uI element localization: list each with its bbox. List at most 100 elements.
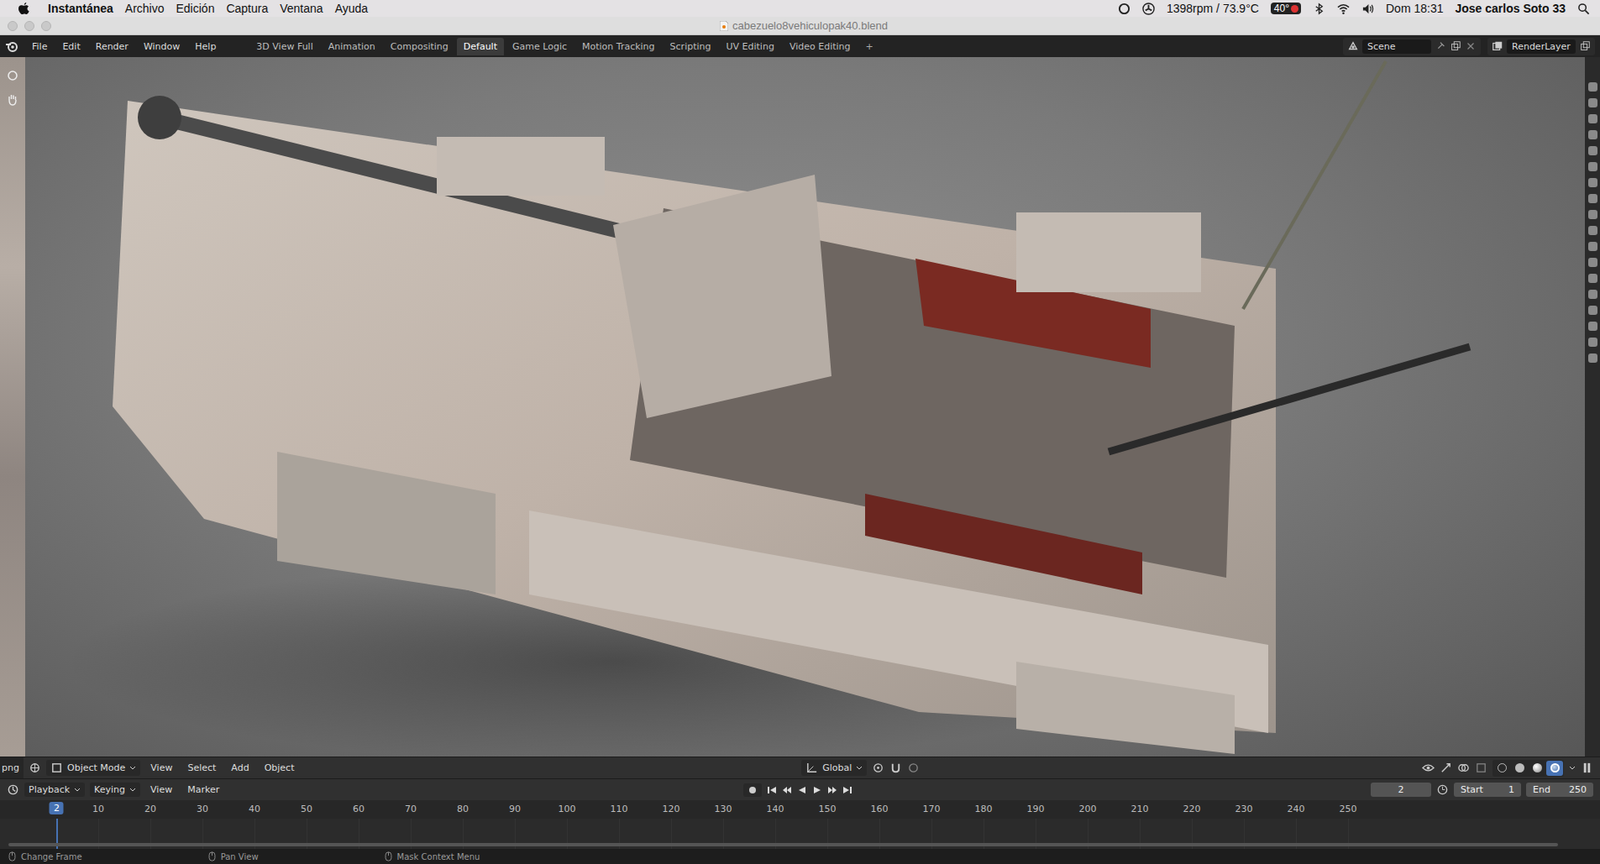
fan-reading[interactable]: 1398rpm / 73.9°C <box>1166 1 1260 16</box>
viewport-menu[interactable]: Object <box>259 760 300 776</box>
properties-tab-icon[interactable] <box>1588 194 1598 204</box>
3d-viewport[interactable] <box>25 57 1585 757</box>
end-frame-field[interactable]: End250 <box>1526 782 1594 798</box>
timeline-body[interactable] <box>0 818 1600 850</box>
blender-logo-icon[interactable] <box>5 39 19 53</box>
workspace-tab[interactable]: Motion Tracking <box>575 37 662 56</box>
apple-icon[interactable] <box>18 2 30 16</box>
duplicate-icon[interactable] <box>1449 40 1462 53</box>
shading-mode-button[interactable] <box>1528 760 1546 777</box>
timeline-ruler[interactable]: 1020304050607080901001101201301401501601… <box>0 800 1600 819</box>
workspace-tab[interactable]: Scripting <box>663 37 719 56</box>
preview-range-icon[interactable] <box>1436 783 1449 797</box>
view-layer-selector[interactable]: RenderLayer <box>1487 37 1595 56</box>
properties-tab-icon[interactable] <box>1588 209 1598 220</box>
menu-item[interactable]: Ventana <box>279 1 323 16</box>
properties-tab-icon[interactable] <box>1588 146 1598 156</box>
timeline-editor-icon[interactable] <box>6 783 20 797</box>
menu-item[interactable]: Captura <box>225 1 268 16</box>
menu-item[interactable]: Archivo <box>125 1 165 16</box>
temperature-badge[interactable]: 40° <box>1270 2 1301 15</box>
zoom-button[interactable] <box>41 20 52 32</box>
orientation-dropdown[interactable]: Global <box>801 760 867 777</box>
scene-selector[interactable]: Scene <box>1342 37 1481 56</box>
shading-mode-button[interactable] <box>1510 760 1528 777</box>
playhead[interactable]: 2 <box>49 802 64 815</box>
shading-mode-button[interactable] <box>1546 760 1564 777</box>
properties-tab-icon[interactable] <box>1588 305 1598 315</box>
image-editor-header[interactable]: png <box>0 757 24 779</box>
properties-tab-icon[interactable] <box>1588 162 1598 172</box>
fan-icon[interactable] <box>1142 2 1155 16</box>
play-reverse-icon[interactable] <box>797 785 808 796</box>
workspace-tab[interactable]: 3D View Full <box>249 37 320 56</box>
properties-tab-icon[interactable] <box>1588 178 1598 188</box>
close-button[interactable] <box>7 20 18 32</box>
topbar-menu[interactable]: Window <box>136 38 187 55</box>
bluetooth-icon[interactable] <box>1312 2 1326 16</box>
properties-tab-icon[interactable] <box>1588 82 1598 92</box>
menu-item[interactable]: Edición <box>176 1 216 16</box>
timeline-menu[interactable]: Marker <box>182 782 225 798</box>
hand-pan-icon[interactable] <box>5 92 20 106</box>
jump-end-icon[interactable] <box>842 785 853 796</box>
workspace-tab[interactable]: Animation <box>321 37 383 56</box>
prev-keyframe-icon[interactable] <box>781 785 793 796</box>
caret-icon[interactable] <box>1568 765 1576 772</box>
workspace-tab[interactable]: Game Logic <box>505 37 574 56</box>
close-icon[interactable] <box>1464 40 1477 53</box>
clock[interactable]: Dom 18:31 <box>1385 1 1443 16</box>
topbar-menu[interactable]: Help <box>188 38 223 55</box>
topbar-menu[interactable]: Render <box>89 38 136 55</box>
properties-tab-icon[interactable] <box>1588 353 1598 363</box>
start-frame-field[interactable]: Start1 <box>1453 782 1522 798</box>
properties-tab-icon[interactable] <box>1588 114 1598 124</box>
workspace-tab[interactable]: Compositing <box>383 37 456 56</box>
pin-icon[interactable] <box>1434 40 1447 53</box>
play-icon[interactable] <box>812 785 823 796</box>
properties-tab-icon[interactable] <box>1588 289 1598 300</box>
volume-icon[interactable] <box>1361 2 1375 16</box>
timeline-scrollbar[interactable] <box>8 843 1559 847</box>
properties-tab-icon[interactable] <box>1588 225 1598 236</box>
viewport-menu[interactable]: View <box>145 760 178 776</box>
properties-tab-icon[interactable] <box>1588 321 1598 331</box>
duplicate-icon[interactable] <box>1579 40 1591 53</box>
timeline-menu[interactable]: View <box>145 782 178 798</box>
app-menu[interactable]: Instantánea <box>47 1 114 16</box>
workspace-tab[interactable]: Video Editing <box>782 37 858 56</box>
sidebar-toggle-icon[interactable] <box>1580 761 1594 775</box>
overlays-icon[interactable] <box>1457 761 1470 775</box>
topbar-menu[interactable]: Edit <box>55 38 87 55</box>
topbar-menu[interactable]: File <box>25 38 54 55</box>
viewport-menu[interactable]: Select <box>182 760 221 776</box>
properties-tab-icon[interactable] <box>1588 130 1598 140</box>
xray-icon[interactable] <box>1474 761 1488 775</box>
visibility-icon[interactable] <box>1421 761 1435 775</box>
properties-tab-icon[interactable] <box>1588 241 1598 252</box>
record-button[interactable] <box>743 783 762 798</box>
add-workspace-button[interactable]: + <box>859 37 881 56</box>
next-keyframe-icon[interactable] <box>827 785 838 796</box>
view-icon[interactable] <box>5 68 20 83</box>
gizmo-icon[interactable] <box>1439 761 1453 775</box>
properties-tab-icon[interactable] <box>1588 273 1598 284</box>
properties-tab-icon[interactable] <box>1588 257 1598 268</box>
shading-mode-button[interactable] <box>1493 760 1511 777</box>
search-icon[interactable] <box>1577 2 1590 16</box>
proportional-edit-icon[interactable] <box>907 761 920 775</box>
workspace-tab[interactable]: UV Editing <box>719 37 782 56</box>
mode-dropdown[interactable]: Object Mode <box>46 760 141 777</box>
wifi-icon[interactable] <box>1337 2 1350 16</box>
jump-start-icon[interactable] <box>766 785 777 796</box>
pivot-icon[interactable] <box>871 761 885 775</box>
workspace-tab[interactable]: Default <box>456 37 504 56</box>
editor-type-icon[interactable] <box>28 761 42 775</box>
user-name[interactable]: Jose carlos Soto 33 <box>1454 1 1566 16</box>
snap-icon[interactable] <box>889 761 903 775</box>
menu-item[interactable]: Ayuda <box>335 1 368 16</box>
minimize-button[interactable] <box>24 20 35 32</box>
current-frame-field[interactable]: 2 <box>1370 782 1432 798</box>
properties-tab-icon[interactable] <box>1588 337 1598 347</box>
viewport-menu[interactable]: Add <box>225 760 254 776</box>
